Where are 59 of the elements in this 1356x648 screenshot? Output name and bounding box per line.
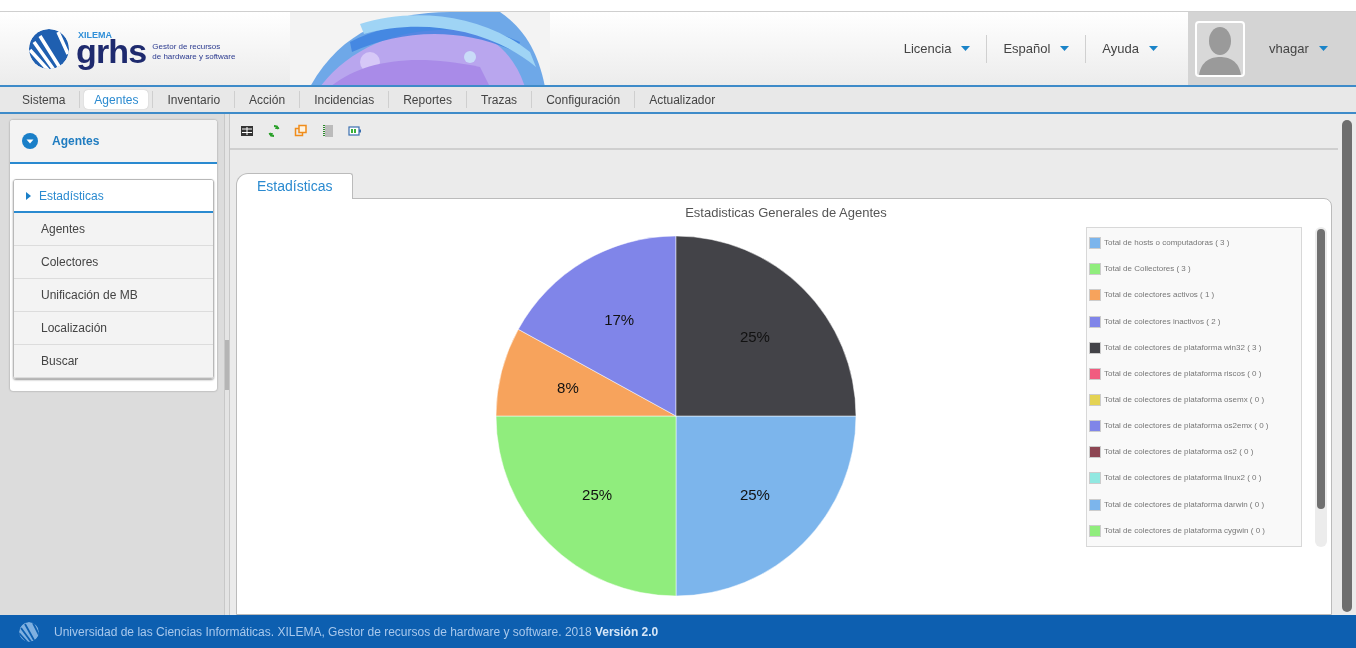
menu-dropdown[interactable]: Ayuda [1086, 38, 1174, 59]
slice-label: 25% [582, 485, 613, 503]
battery-icon[interactable] [348, 124, 362, 138]
brand-text: XILEMA [78, 31, 112, 40]
logo-icon [18, 620, 40, 643]
avatar-icon [1195, 20, 1245, 77]
nav-tab[interactable]: Trazas [466, 87, 532, 112]
refresh-icon[interactable] [267, 124, 281, 138]
scrollbar[interactable] [1317, 229, 1325, 509]
slice-label: 25% [739, 485, 770, 503]
tagline: de hardware y software [152, 51, 236, 62]
tagline: Gestor de recursos [152, 41, 222, 52]
caret-icon [961, 46, 971, 51]
legend-label: Total de colectores de plataforma os2 ( 0 ) [1104, 446, 1254, 459]
nav-tab[interactable]: Reportes [389, 87, 466, 112]
legend-label: Total de colectores de plataforma osemx ( 0 ) [1104, 394, 1265, 406]
collapse-icon[interactable] [22, 133, 38, 149]
sidebar-item[interactable]: Estadísticas [14, 180, 213, 213]
nav-tab[interactable]: Acción [235, 87, 300, 112]
sidebar-item[interactable]: Agentes [14, 213, 213, 246]
sidebar-item[interactable]: Colectores [14, 246, 213, 279]
user-menu[interactable]: vhagar [1269, 38, 1328, 59]
scrollbar[interactable] [1342, 120, 1352, 612]
nav-tab[interactable]: Inventario [153, 87, 235, 112]
legend-label: Total de colectores de plataforma os2emx ( 0 ) [1104, 420, 1269, 433]
panel-title: Agentes [52, 133, 100, 150]
legend-label: Total de colectores inactivos ( 2 ) [1104, 315, 1221, 328]
document-icon[interactable] [321, 124, 335, 138]
menu-dropdown[interactable]: Licencia [887, 38, 987, 59]
legend-label: Total de colectores de plataforma darwin ( 0 ) [1104, 498, 1265, 511]
caret-icon [1149, 46, 1158, 51]
triangle-icon [26, 191, 31, 200]
sidebar-item[interactable]: Unificación de MB [14, 279, 213, 312]
caret-icon [1060, 46, 1070, 51]
slice-label: 17% [604, 310, 635, 328]
nav-tab[interactable]: Agentes [84, 90, 149, 109]
nav-tab[interactable]: Sistema [8, 87, 80, 112]
logo-icon [28, 27, 70, 70]
legend-label: Total de hosts o computadoras ( 3 ) [1104, 237, 1230, 250]
slice-label: 25% [739, 328, 770, 346]
legend-label: Total de Collectores ( 3 ) [1104, 263, 1191, 276]
legend-label: Total de colectores activos ( 1 ) [1104, 289, 1215, 302]
caret-icon [1318, 46, 1328, 51]
content-tab[interactable]: Estadísticas [236, 173, 354, 199]
legend-label: Total de colectores de plataforma riscos ( 0 ) [1104, 367, 1262, 380]
copy-icon[interactable] [294, 124, 308, 138]
nav-tab[interactable]: Incidencias [300, 87, 389, 112]
slice-label: 8% [557, 379, 579, 397]
nav-tab[interactable]: Actualizador [635, 87, 730, 112]
legend-label: Total de colectores de plataforma linux2 ( 0 ) [1104, 472, 1262, 485]
sidebar-item[interactable]: Buscar [14, 345, 213, 378]
table-icon[interactable] [240, 124, 254, 138]
chart-title: Estadisticas Generales de Agentes [685, 205, 887, 220]
menu-dropdown[interactable]: Español [987, 38, 1086, 59]
sidebar-item[interactable]: Localización [14, 312, 213, 345]
legend-label: Total de colectores de plataforma win32 ( 3 ) [1104, 341, 1262, 354]
nav-tab[interactable]: Configuración [532, 87, 635, 112]
legend-label: Total de colectores de plataforma cygwin ( 0 ) [1104, 524, 1265, 537]
footer-text: Universidad de las Ciencias Informáticas. XILEMA, Gestor de recursos de hardware y software. 2018 Versión 2.0 [54, 623, 659, 641]
